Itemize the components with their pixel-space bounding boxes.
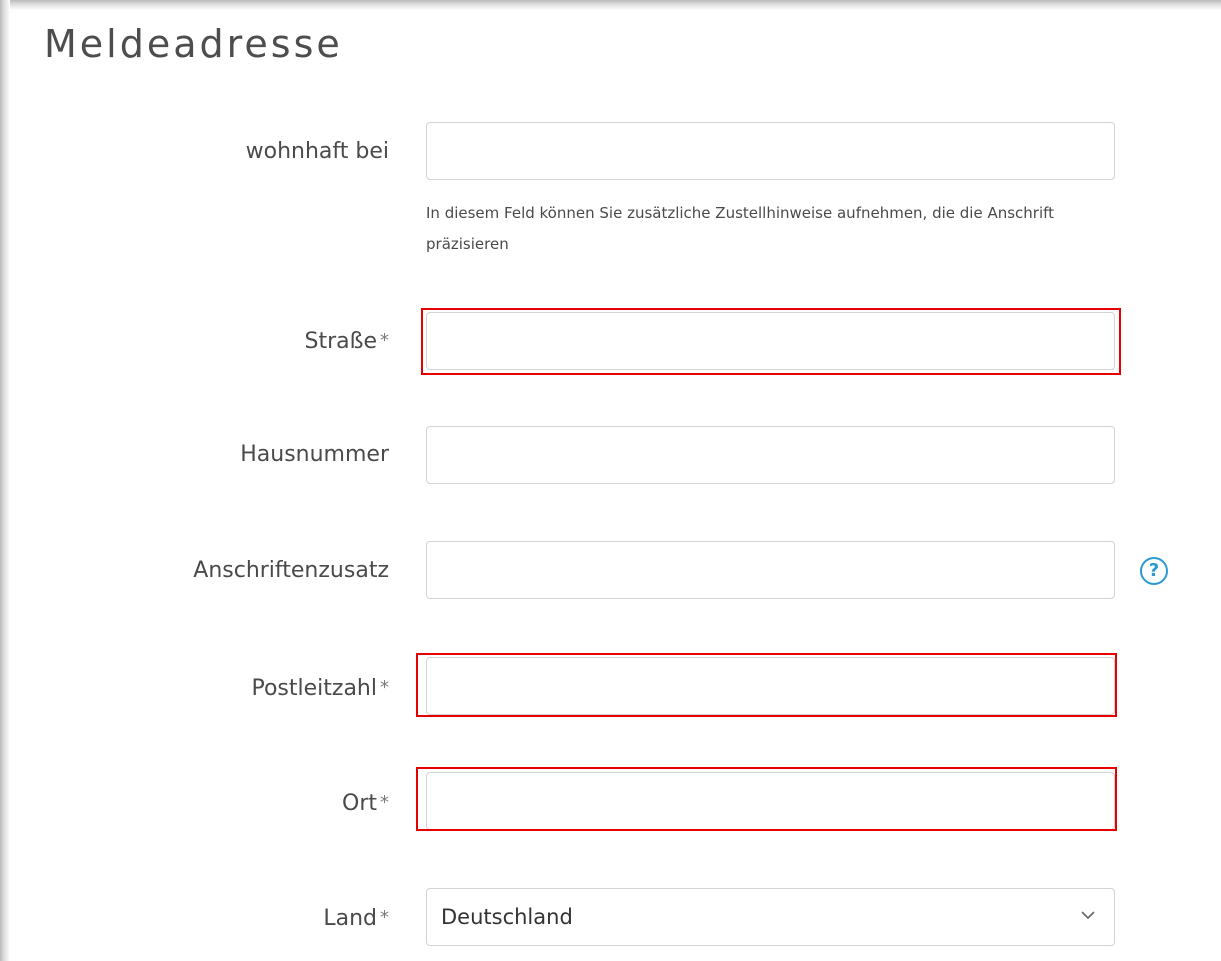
label-text: Anschriftenzusatz <box>193 558 389 583</box>
label-ort: Ort * <box>342 788 389 819</box>
hausnummer-input[interactable] <box>426 426 1115 484</box>
ort-input[interactable] <box>426 772 1115 830</box>
label-text: Land <box>323 906 377 931</box>
required-marker: * <box>380 907 389 928</box>
wohnhaft-bei-hint: In diesem Feld können Sie zusätzliche Zu… <box>426 204 1055 253</box>
label-hausnummer: Hausnummer <box>240 440 389 470</box>
window-shadow-top <box>0 0 1221 10</box>
strasse-input[interactable] <box>426 312 1115 370</box>
label-text: wohnhaft bei <box>245 139 389 164</box>
label-text: Hausnummer <box>240 442 389 467</box>
label-text: Straße <box>304 329 377 354</box>
label-postleitzahl: Postleitzahl * <box>251 673 389 704</box>
label-text: Ort <box>342 791 377 816</box>
anschriftenzusatz-input[interactable] <box>426 541 1115 599</box>
label-anschriftenzusatz: Anschriftenzusatz <box>193 556 389 586</box>
land-selected-value: Deutschland <box>441 905 573 929</box>
page-title: Meldeadresse <box>44 22 343 66</box>
label-wohnhaft-bei: wohnhaft bei <box>246 137 389 167</box>
label-strasse: Straße * <box>304 326 389 357</box>
wohnhaft-bei-input[interactable] <box>426 122 1115 180</box>
window-shadow-left <box>0 0 10 961</box>
postleitzahl-input[interactable] <box>426 657 1115 715</box>
question-circle-icon[interactable]: ? <box>1140 557 1168 585</box>
required-marker: * <box>380 330 389 351</box>
land-select[interactable]: Deutschland <box>426 888 1115 946</box>
label-text: Postleitzahl <box>251 676 377 701</box>
label-land: Land * <box>323 903 389 934</box>
chevron-down-icon <box>1081 911 1095 920</box>
required-marker: * <box>380 677 389 698</box>
required-marker: * <box>380 792 389 813</box>
